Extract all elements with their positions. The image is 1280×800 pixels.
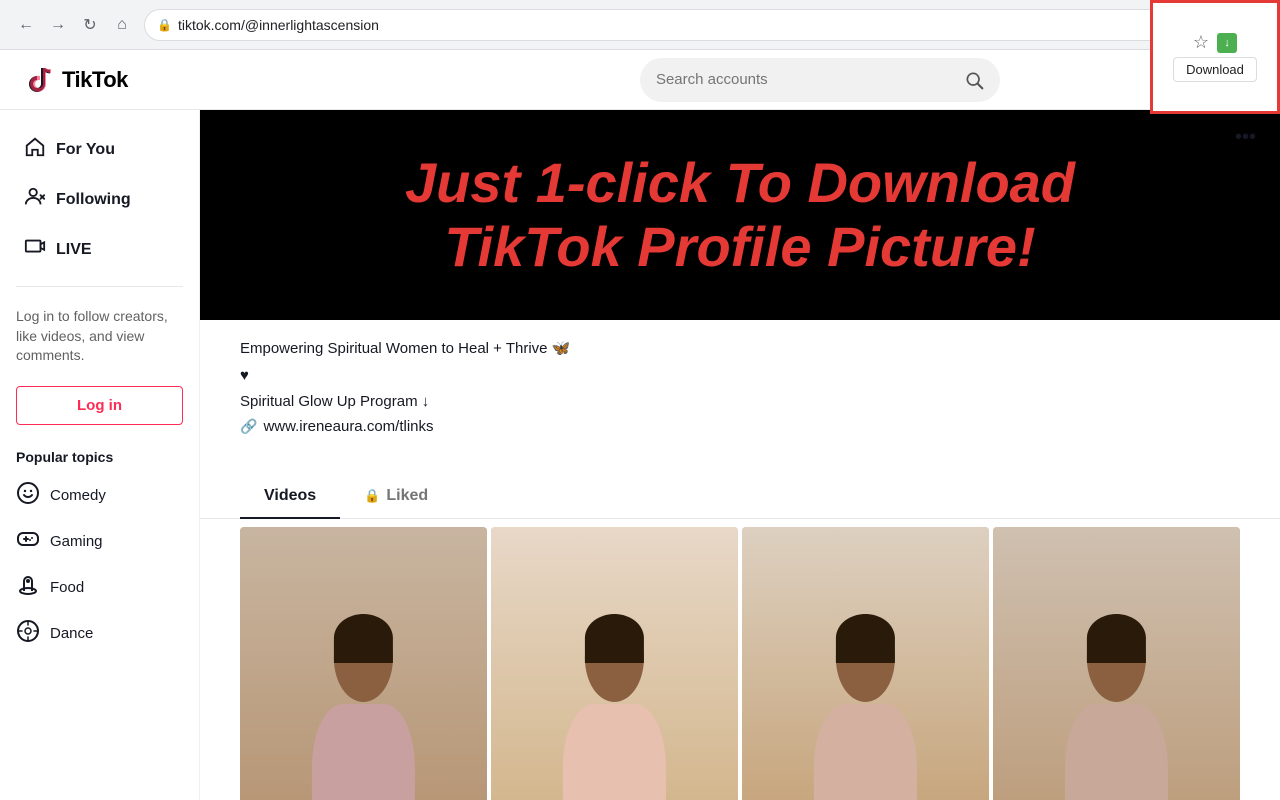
- person-silhouette: [791, 614, 939, 800]
- live-icon: [24, 236, 46, 264]
- sidebar-item-live-label: LIVE: [56, 241, 92, 259]
- address-bar[interactable]: 🔒 tiktok.com/@innerlightascension: [144, 9, 1168, 41]
- link-icon: 🔗: [240, 418, 257, 435]
- sidebar-item-dance[interactable]: Dance: [0, 611, 199, 657]
- profile-bio: Empowering Spiritual Women to Heal + Thr…: [240, 338, 1240, 435]
- download-button[interactable]: Download: [1173, 57, 1257, 82]
- profile-tabs: Videos 🔒 Liked: [200, 475, 1280, 519]
- video-thumbnail-4: [993, 527, 1240, 800]
- overlay-banner: Just 1-click To Download TikTok Profile …: [200, 110, 1280, 320]
- video-thumbnail-1: How Journaling leads: [240, 527, 487, 800]
- main-content: For You Following: [0, 110, 1280, 800]
- comedy-icon: [16, 481, 40, 511]
- food-icon: [16, 573, 40, 603]
- dance-icon: [16, 619, 40, 649]
- bio-line-2: ♥: [240, 365, 1240, 388]
- tiktok-logo[interactable]: TikTok: [24, 64, 128, 96]
- gaming-icon: [16, 527, 40, 557]
- bio-url[interactable]: www.ireneaura.com/tlinks: [263, 418, 433, 435]
- url-text: tiktok.com/@innerlightascension: [178, 17, 379, 33]
- tiktok-logo-text: TikTok: [62, 67, 128, 93]
- forward-button[interactable]: →: [44, 11, 72, 39]
- sidebar-item-following-label: Following: [56, 191, 131, 209]
- sidebar-divider: [16, 286, 183, 287]
- sidebar-item-following[interactable]: Following: [8, 176, 191, 224]
- following-icon: [24, 186, 46, 214]
- tiktok-logo-icon: [24, 64, 56, 96]
- video-card[interactable]: [993, 527, 1240, 800]
- extension-icon: ↓: [1217, 33, 1237, 53]
- person-silhouette: [1042, 614, 1190, 800]
- tiktok-app: TikTok: [0, 50, 1280, 800]
- back-button[interactable]: ←: [12, 11, 40, 39]
- food-label: Food: [50, 579, 84, 596]
- gaming-label: Gaming: [50, 533, 103, 550]
- search-button[interactable]: [964, 70, 984, 90]
- sidebar-item-food[interactable]: Food: [0, 565, 199, 611]
- sidebar-item-for-you-label: For You: [56, 141, 115, 159]
- extension-icons: ☆ ↓: [1193, 32, 1237, 53]
- login-button[interactable]: Log in: [16, 386, 183, 425]
- refresh-button[interactable]: ↻: [76, 11, 104, 39]
- search-bar[interactable]: [640, 58, 1000, 102]
- sidebar-item-live[interactable]: LIVE: [8, 226, 191, 274]
- bio-line-1: Empowering Spiritual Women to Heal + Thr…: [240, 338, 1240, 361]
- videos-grid: How Journaling leads: [200, 519, 1280, 800]
- browser-nav-buttons: ← → ↻ ⌂: [12, 11, 136, 39]
- profile-content: Just 1-click To Download TikTok Profile …: [200, 110, 1280, 800]
- video-card[interactable]: How Journaling leads: [240, 527, 487, 800]
- tab-liked[interactable]: 🔒 Liked: [340, 475, 452, 519]
- home-button[interactable]: ⌂: [108, 11, 136, 39]
- person-silhouette: [289, 614, 437, 800]
- lock-icon-liked: 🔒: [364, 488, 380, 504]
- bio-link[interactable]: 🔗 www.ireneaura.com/tlinks: [240, 418, 1240, 435]
- bio-line-3: Spiritual Glow Up Program ↓: [240, 391, 1240, 414]
- download-extension-popup: ☆ ↓ Download: [1150, 0, 1280, 114]
- sidebar-nav: For You Following: [0, 126, 199, 274]
- overlay-text: Just 1-click To Download TikTok Profile …: [405, 151, 1075, 280]
- tab-videos[interactable]: Videos: [240, 475, 340, 519]
- sidebar-item-gaming[interactable]: Gaming: [0, 519, 199, 565]
- lock-icon: 🔒: [157, 18, 172, 32]
- sidebar-login-text: Log in to follow creators, like videos, …: [0, 299, 199, 374]
- video-thumbnail-3: I went to an Aura: [742, 527, 989, 800]
- sidebar-item-for-you[interactable]: For You: [8, 126, 191, 174]
- search-icon: [964, 70, 984, 90]
- sidebar-item-comedy[interactable]: Comedy: [0, 473, 199, 519]
- home-icon: [24, 136, 46, 164]
- comedy-label: Comedy: [50, 487, 106, 504]
- person-silhouette: [540, 614, 688, 800]
- video-thumbnail-2: How Sour Candy can: [491, 527, 738, 800]
- tiktok-header: TikTok: [0, 50, 1280, 110]
- video-card[interactable]: I went to an Aura: [742, 527, 989, 800]
- sidebar: For You Following: [0, 110, 200, 800]
- dance-label: Dance: [50, 625, 93, 642]
- star-icon: ☆: [1193, 32, 1209, 53]
- search-input[interactable]: [656, 71, 956, 88]
- popular-topics-title: Popular topics: [0, 437, 199, 473]
- browser-chrome: ← → ↻ ⌂ 🔒 tiktok.com/@innerlightascensio…: [0, 0, 1280, 50]
- video-card[interactable]: How Sour Candy can: [491, 527, 738, 800]
- more-options-button[interactable]: •••: [1235, 126, 1256, 149]
